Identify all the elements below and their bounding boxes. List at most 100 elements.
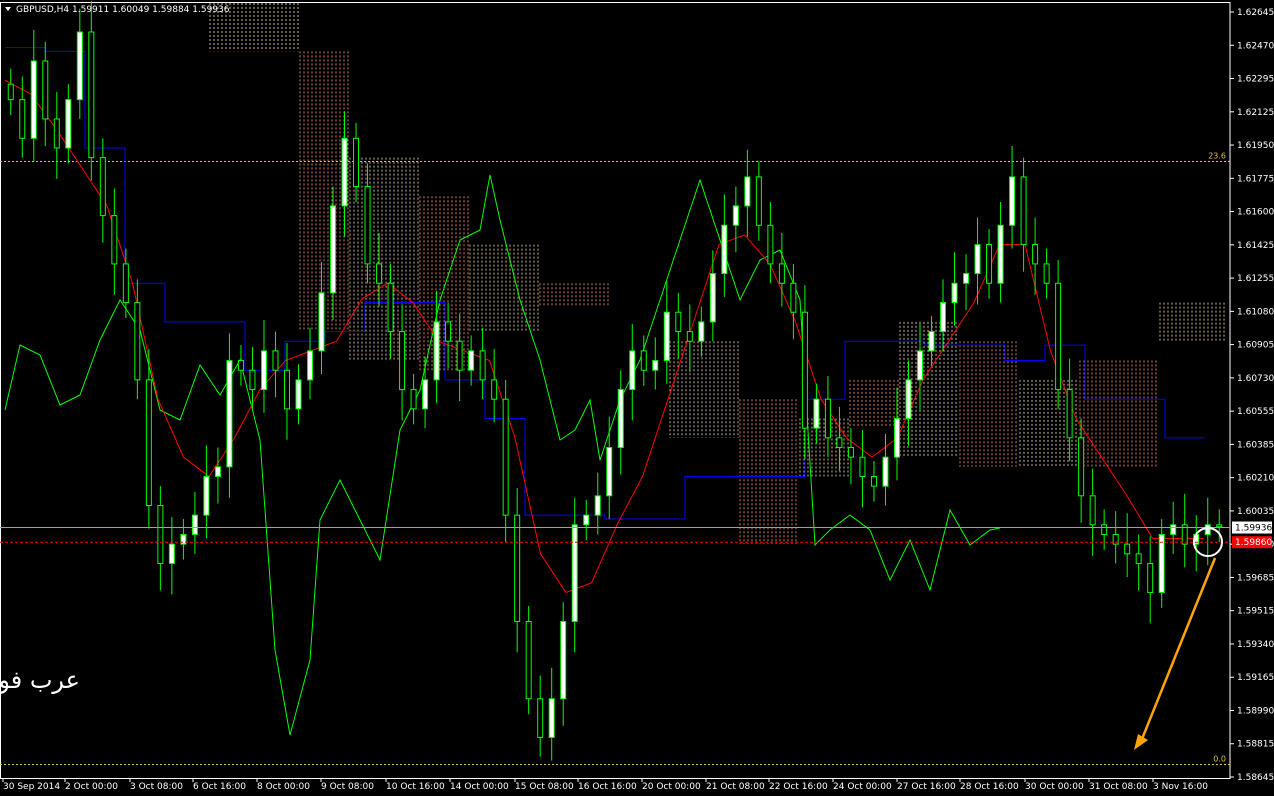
ask-price-label: 1.59860 bbox=[1235, 538, 1272, 548]
x-tick-label: 31 Oct 08:00 bbox=[1089, 782, 1148, 792]
y-tick-label: 1.61425 bbox=[1237, 241, 1274, 251]
candle-body bbox=[364, 186, 371, 265]
candle-body bbox=[1009, 176, 1016, 226]
candle-body bbox=[617, 389, 624, 449]
y-tick-label: 1.59515 bbox=[1237, 607, 1274, 617]
x-tick-label: 22 Oct 16:00 bbox=[769, 782, 828, 792]
price-chart[interactable]: 23.6 0.0 1.62645 1.62470 1.62295 1.62125 1.619… bbox=[0, 0, 1274, 796]
candle-body bbox=[191, 514, 198, 535]
candle-body bbox=[583, 514, 590, 526]
x-tick-label: 8 Oct 00:00 bbox=[257, 782, 310, 792]
fib-label: 23.6 bbox=[1208, 151, 1226, 160]
candle-body bbox=[260, 350, 267, 391]
candle-body bbox=[1216, 524, 1223, 528]
candle-body bbox=[847, 447, 854, 458]
candle-body bbox=[422, 379, 429, 410]
x-tick-label: 24 Oct 00:00 bbox=[833, 782, 892, 792]
candle-body bbox=[445, 321, 452, 342]
y-tick-label: 1.58815 bbox=[1237, 740, 1274, 750]
candle-body bbox=[1089, 495, 1096, 526]
candle-body bbox=[606, 447, 613, 497]
y-tick-label: 1.61600 bbox=[1237, 208, 1274, 218]
y-tick-label: 1.62470 bbox=[1237, 41, 1274, 51]
candle-body bbox=[778, 263, 785, 284]
candle-body bbox=[1055, 282, 1062, 391]
candle-body bbox=[640, 350, 647, 371]
y-tick-label: 1.60385 bbox=[1237, 440, 1274, 450]
y-tick-label: 1.60730 bbox=[1237, 374, 1274, 384]
candle-body bbox=[330, 205, 337, 294]
candle-body bbox=[1101, 524, 1108, 535]
x-tick-label: 2 Oct 00:00 bbox=[65, 782, 118, 792]
candle-body bbox=[19, 99, 26, 139]
candle-body bbox=[468, 350, 475, 371]
candle-body bbox=[88, 31, 95, 159]
bid-price-label: 1.59936 bbox=[1235, 524, 1272, 534]
x-tick-label: 15 Oct 08:00 bbox=[515, 782, 574, 792]
candle-body bbox=[433, 321, 440, 381]
y-tick-label: 1.61950 bbox=[1237, 141, 1274, 151]
watermark-text: عرب فوركس bbox=[0, 666, 80, 694]
chart-window[interactable]: 23.6 0.0 1.62645 1.62470 1.62295 1.62125 1.619… bbox=[0, 0, 1274, 796]
candle-body bbox=[1124, 543, 1131, 555]
x-tick-label: 30 Sep 2014 bbox=[3, 782, 60, 792]
arrow-head-icon bbox=[1134, 734, 1148, 750]
y-tick-label: 1.58645 bbox=[1237, 773, 1274, 783]
candle-body bbox=[721, 224, 728, 275]
x-tick-label: 21 Oct 08:00 bbox=[706, 782, 765, 792]
candle-body bbox=[652, 360, 659, 371]
candle-body bbox=[318, 292, 325, 352]
candle-body bbox=[870, 476, 877, 487]
candle-body bbox=[1158, 533, 1165, 593]
candle-body bbox=[353, 137, 360, 188]
candle-body bbox=[744, 176, 751, 207]
x-tick-label: 14 Oct 00:00 bbox=[450, 782, 509, 792]
candle-body bbox=[594, 495, 601, 516]
candle-body bbox=[1032, 244, 1039, 265]
x-tick-label: 16 Oct 16:00 bbox=[578, 782, 637, 792]
candle-body bbox=[214, 466, 221, 478]
y-tick-label: 1.62125 bbox=[1237, 108, 1274, 118]
candle-body bbox=[272, 350, 279, 371]
candle-body bbox=[1043, 263, 1050, 284]
plot-frame bbox=[0, 2, 1231, 779]
candle-body bbox=[560, 620, 567, 700]
candle-body bbox=[491, 379, 498, 400]
kijun-sen bbox=[5, 46, 1205, 520]
dropdown-icon bbox=[5, 7, 11, 11]
y-tick-label: 1.61775 bbox=[1237, 174, 1274, 184]
candle-body bbox=[548, 698, 555, 738]
candle-body bbox=[1020, 176, 1027, 246]
candle-body bbox=[893, 418, 900, 458]
candle-body bbox=[1078, 437, 1085, 497]
x-tick-label: 9 Oct 08:00 bbox=[321, 782, 374, 792]
candle-body bbox=[249, 369, 256, 391]
candle-body bbox=[283, 369, 290, 410]
x-tick-label: 3 Nov 16:00 bbox=[1153, 782, 1208, 792]
candle-body bbox=[801, 311, 808, 429]
fib-label: 0.0 bbox=[1213, 754, 1226, 763]
candle-body bbox=[974, 244, 981, 275]
y-tick-label: 1.62295 bbox=[1237, 75, 1274, 85]
candle-body bbox=[1135, 553, 1142, 564]
candle-body bbox=[53, 118, 60, 149]
candle-body bbox=[376, 263, 383, 284]
candle-body bbox=[537, 698, 544, 738]
x-tick-label: 27 Oct 16:00 bbox=[897, 782, 956, 792]
candle-body bbox=[571, 524, 578, 622]
candle-body bbox=[732, 205, 739, 226]
y-tick-label: 1.61080 bbox=[1237, 307, 1274, 317]
candle-body bbox=[824, 398, 831, 439]
candle-body bbox=[203, 476, 210, 516]
y-tick-label: 1.60905 bbox=[1237, 341, 1274, 351]
y-tick-label: 1.60555 bbox=[1237, 407, 1274, 417]
candle-body bbox=[502, 398, 509, 516]
x-tick-label: 28 Oct 16:00 bbox=[960, 782, 1019, 792]
candle-body bbox=[951, 282, 958, 304]
x-tick-label: 30 Oct 00:00 bbox=[1025, 782, 1084, 792]
candle-body bbox=[905, 379, 912, 420]
candle-body bbox=[675, 311, 682, 333]
candle-body bbox=[917, 350, 923, 381]
candle-body bbox=[836, 437, 843, 449]
candle-body bbox=[813, 398, 820, 429]
